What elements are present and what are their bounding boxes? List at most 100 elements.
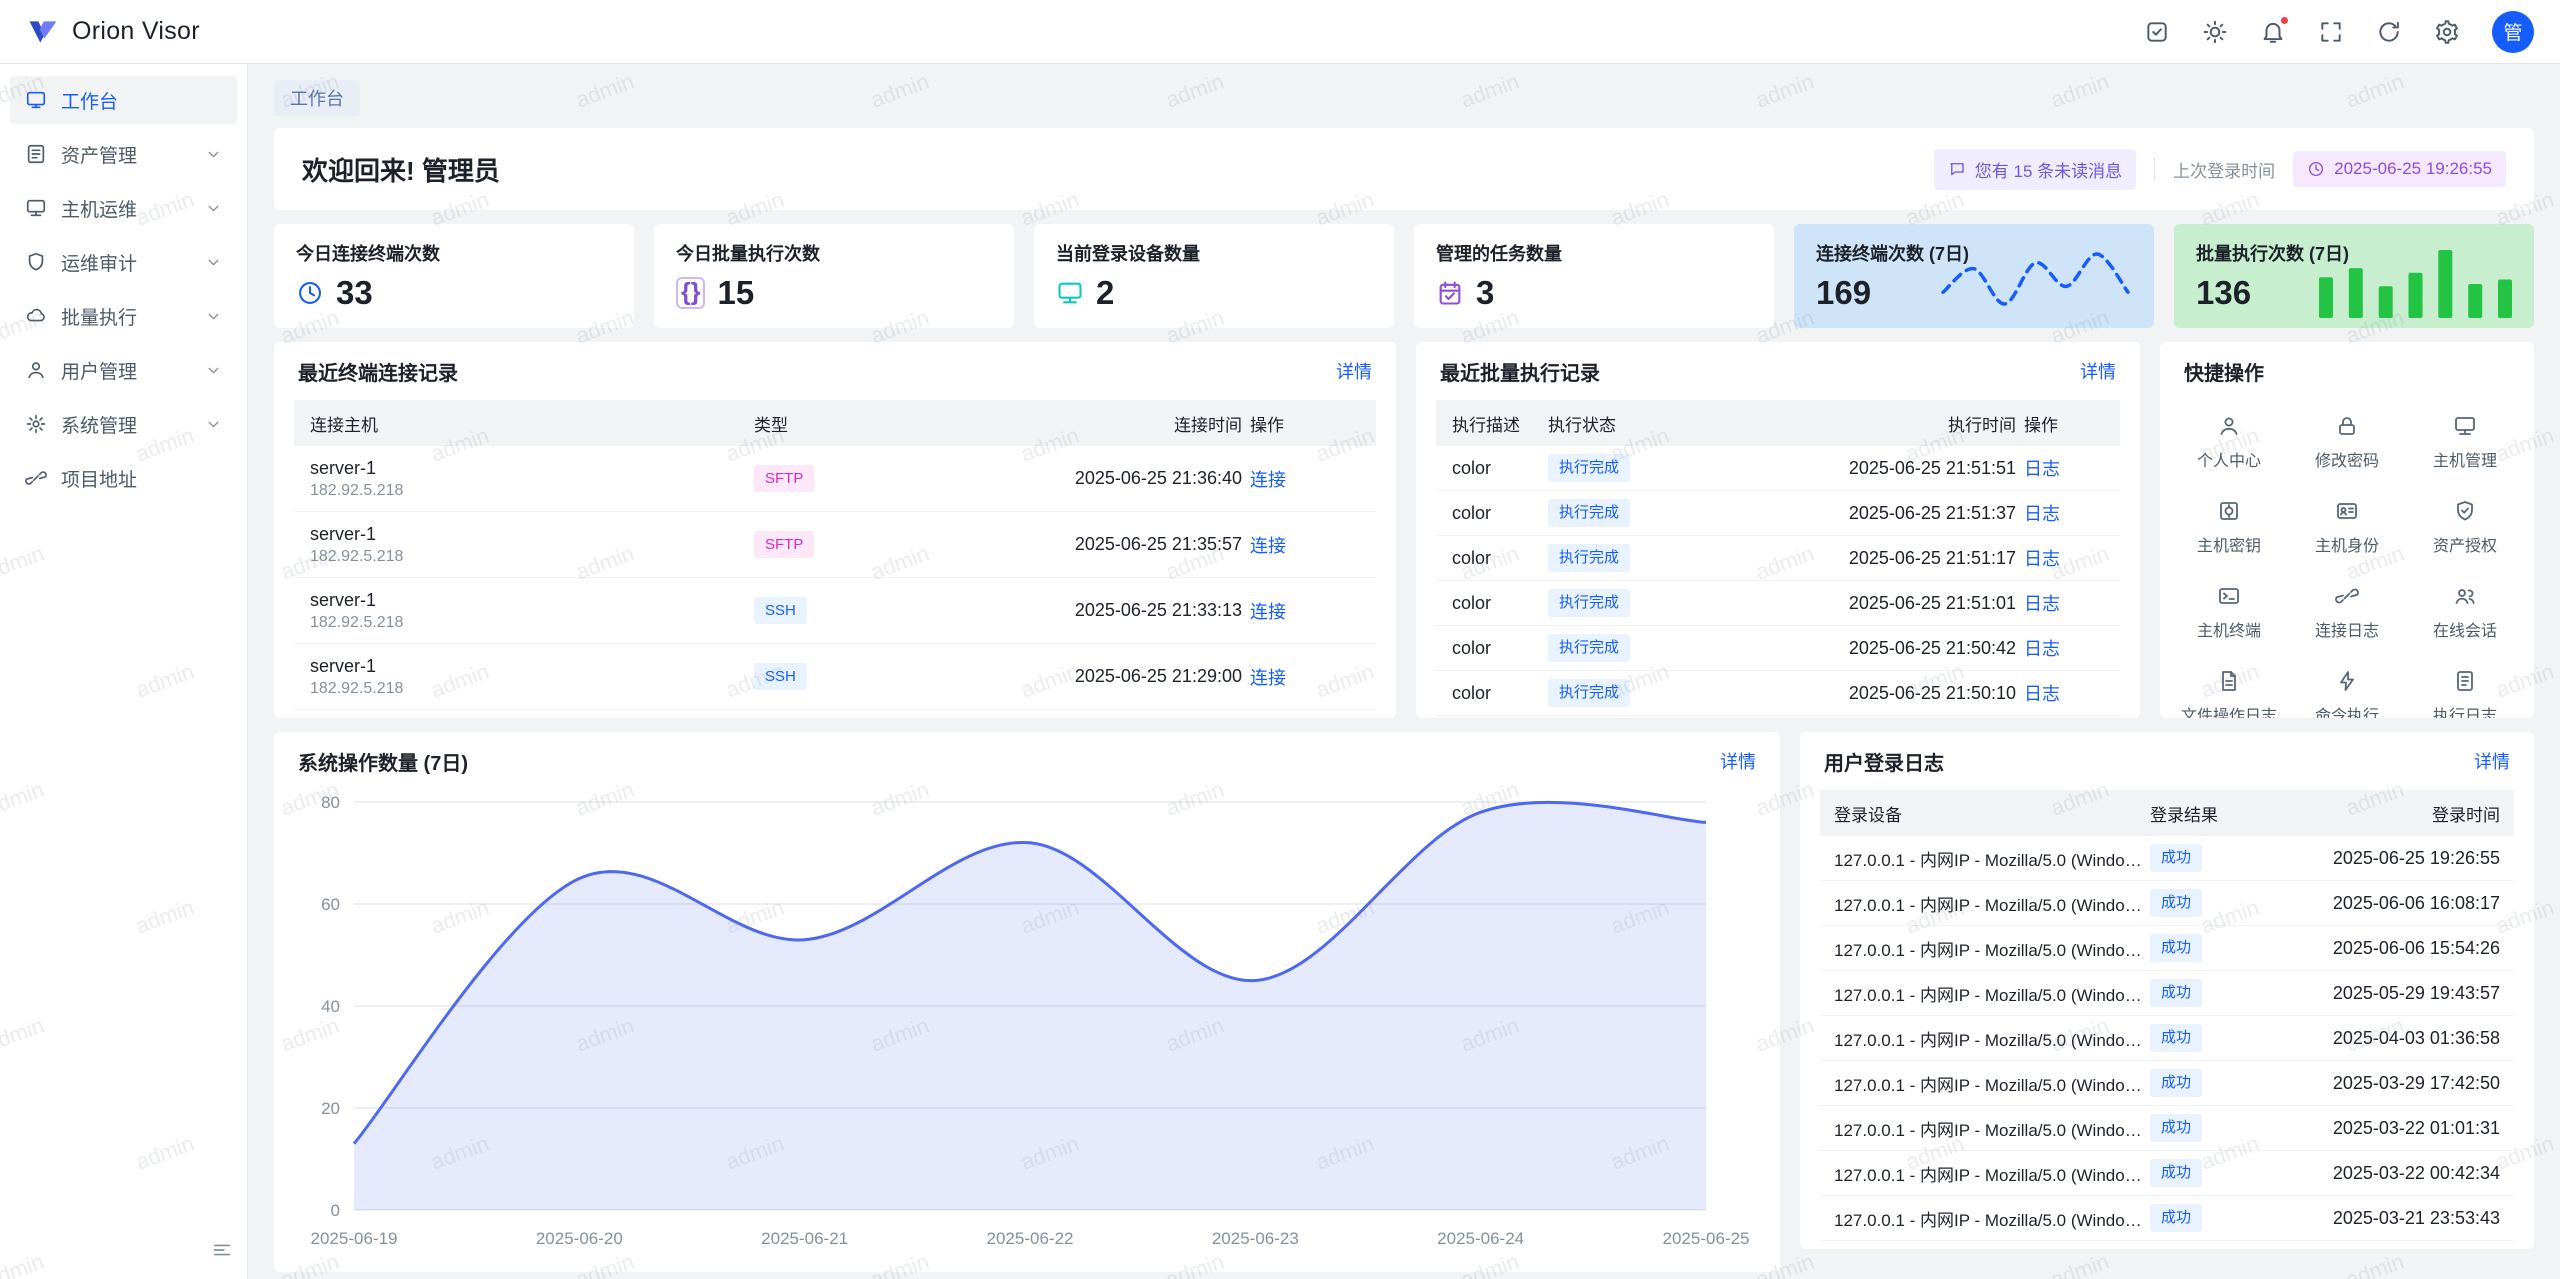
sidebar-item-users[interactable]: 用户管理 <box>10 346 237 394</box>
connect-time: 2025-06-25 21:33:13 <box>912 600 1242 621</box>
login-table-header: 登录设备 登录结果 登录时间 <box>1820 790 2514 836</box>
sidebar-item-project[interactable]: 项目地址 <box>10 454 237 502</box>
sidebar-item-label: 运维审计 <box>61 249 191 276</box>
stat-card-online-devices: 当前登录设备数量2 <box>1034 224 1394 328</box>
sidebar-item-workbench[interactable]: 工作台 <box>10 76 237 124</box>
sidebar-item-system[interactable]: 系统管理 <box>10 400 237 448</box>
breadcrumb[interactable]: 工作台 <box>274 80 360 116</box>
host-name: server-1 <box>310 590 746 611</box>
theme-button[interactable] <box>2202 19 2228 45</box>
avatar[interactable]: 管 <box>2492 11 2534 53</box>
collapse-icon <box>211 1239 233 1261</box>
execution-time: 2025-06-25 21:50:10 <box>1726 683 2016 704</box>
log-link[interactable]: 日志 <box>2024 684 2060 704</box>
status-badge: 执行完成 <box>1548 679 1630 707</box>
shield-check-icon <box>2453 499 2477 523</box>
sidebar: 工作台资产管理主机运维运维审计批量执行用户管理系统管理项目地址 <box>0 64 248 1279</box>
sidebar-menu: 工作台资产管理主机运维运维审计批量执行用户管理系统管理项目地址 <box>10 76 237 508</box>
chevron-down-icon <box>205 308 222 325</box>
terminal-detail-link[interactable]: 详情 <box>1336 358 1372 384</box>
status-badge: 执行完成 <box>1548 589 1630 617</box>
brand-name: Orion Visor <box>72 17 200 46</box>
sidebar-item-assets[interactable]: 资产管理 <box>10 130 237 178</box>
stat-value: 169 <box>1816 274 1871 312</box>
brand[interactable]: Orion Visor <box>26 15 200 49</box>
stat-value: 15 <box>717 274 754 312</box>
terminal-row: server-1182.92.5.218SSH2025-06-25 21:29:… <box>294 644 1376 710</box>
terminal-table-body: server-1182.92.5.218SFTP2025-06-25 21:36… <box>294 446 1376 710</box>
col-result: 登录结果 <box>2150 801 2270 826</box>
sidebar-item-label: 工作台 <box>61 87 222 114</box>
login-device: 127.0.0.1 - 内网IP - Mozilla/5.0 (Windows … <box>1834 891 2142 916</box>
unread-messages-chip[interactable]: 您有 15 条未读消息 <box>1934 149 2136 190</box>
log-link[interactable]: 日志 <box>2024 594 2060 614</box>
system-ops-chart: 0204060802025-06-192025-06-202025-06-212… <box>298 790 1756 1256</box>
login-row: 127.0.0.1 - 内网IP - Mozilla/5.0 (Windows … <box>1820 1106 2514 1151</box>
batch-row: color执行完成2025-06-25 21:51:37日志 <box>1436 491 2120 536</box>
topbar-actions-icons <box>2144 19 2460 45</box>
lock-icon <box>2335 414 2359 438</box>
quick-action-connection-log[interactable]: 连接日志 <box>2288 584 2406 641</box>
login-detail-link[interactable]: 详情 <box>2474 748 2510 774</box>
log-link[interactable]: 日志 <box>2024 549 2060 569</box>
sidebar-item-host-ops[interactable]: 主机运维 <box>10 184 237 232</box>
quick-action-label: 连接日志 <box>2315 617 2379 641</box>
theme-icon <box>2202 19 2228 45</box>
link-icon <box>2335 584 2359 608</box>
log-link[interactable]: 日志 <box>2024 639 2060 659</box>
sidebar-item-audit[interactable]: 运维审计 <box>10 238 237 286</box>
login-row: 127.0.0.1 - 内网IP - Mozilla/5.0 (Windows … <box>1820 1061 2514 1106</box>
quick-action-host-keys[interactable]: 主机密钥 <box>2170 499 2288 556</box>
connect-link[interactable]: 连接 <box>1250 668 1286 688</box>
fullscreen-button[interactable] <box>2318 19 2344 45</box>
collapse-sidebar-button[interactable] <box>207 1235 237 1265</box>
quick-action-host-management[interactable]: 主机管理 <box>2406 414 2524 471</box>
col-time: 连接时间 <box>912 411 1242 436</box>
svg-text:2025-06-20: 2025-06-20 <box>536 1229 623 1248</box>
chart-detail-link[interactable]: 详情 <box>1720 748 1756 774</box>
quick-action-label: 主机终端 <box>2197 617 2261 641</box>
quick-actions-panel: 快捷操作 个人中心修改密码主机管理主机密钥主机身份资产授权主机终端连接日志在线会… <box>2160 342 2534 718</box>
quick-action-online-sessions[interactable]: 在线会话 <box>2406 584 2524 641</box>
quick-action-execution-log[interactable]: 执行日志 <box>2406 669 2524 718</box>
quick-action-host-terminal[interactable]: 主机终端 <box>2170 584 2288 641</box>
settings-icon <box>2434 19 2460 45</box>
last-login-time: 2025-06-25 19:26:55 <box>2334 159 2492 179</box>
quick-action-host-identity[interactable]: 主机身份 <box>2288 499 2406 556</box>
quick-action-label: 主机身份 <box>2315 532 2379 556</box>
quick-action-asset-authorization[interactable]: 资产授权 <box>2406 499 2524 556</box>
docs-button[interactable] <box>2144 19 2170 45</box>
connect-link[interactable]: 连接 <box>1250 470 1286 490</box>
connect-link[interactable]: 连接 <box>1250 536 1286 556</box>
divider <box>2154 157 2155 181</box>
settings-button[interactable] <box>2434 19 2460 45</box>
quick-action-file-operation-log[interactable]: 文件操作日志 <box>2170 669 2288 718</box>
terminal-connections-panel: 最近终端连接记录 详情 连接主机 类型 连接时间 操作 server-1182.… <box>274 342 1396 718</box>
login-device: 127.0.0.1 - 内网IP - Mozilla/5.0 (Windows … <box>1834 1161 2142 1186</box>
quick-action-label: 在线会话 <box>2433 617 2497 641</box>
log-link[interactable]: 日志 <box>2024 459 2060 479</box>
flash-icon <box>2335 669 2359 693</box>
login-row: 127.0.0.1 - 内网IP - Mozilla/5.0 (Windows … <box>1820 1196 2514 1241</box>
batch-detail-link[interactable]: 详情 <box>2080 358 2116 384</box>
batch-table-header: 执行描述 执行状态 执行时间 操作 <box>1436 400 2120 446</box>
sidebar-item-batch-exec[interactable]: 批量执行 <box>10 292 237 340</box>
host-name: server-1 <box>310 524 746 545</box>
svg-text:2025-06-22: 2025-06-22 <box>987 1229 1074 1248</box>
last-login-label: 上次登录时间 <box>2173 157 2275 182</box>
notifications-button[interactable] <box>2260 19 2286 45</box>
host-name: server-1 <box>310 458 746 479</box>
connect-link[interactable]: 连接 <box>1250 602 1286 622</box>
host-ip: 182.92.5.218 <box>310 614 746 632</box>
quick-action-personal-center[interactable]: 个人中心 <box>2170 414 2288 471</box>
idcard-icon <box>2335 499 2359 523</box>
connect-time: 2025-06-25 21:35:57 <box>912 534 1242 555</box>
refresh-button[interactable] <box>2376 19 2402 45</box>
quick-action-change-password[interactable]: 修改密码 <box>2288 414 2406 471</box>
welcome-right: 您有 15 条未读消息 上次登录时间 2025-06-25 19:26:55 <box>1934 149 2506 190</box>
quick-action-label: 执行日志 <box>2433 702 2497 718</box>
log-link[interactable]: 日志 <box>2024 504 2060 524</box>
login-result-badge: 成功 <box>2150 1069 2202 1097</box>
quick-action-command-execution[interactable]: 命令执行 <box>2288 669 2406 718</box>
workbench-icon <box>25 89 47 111</box>
